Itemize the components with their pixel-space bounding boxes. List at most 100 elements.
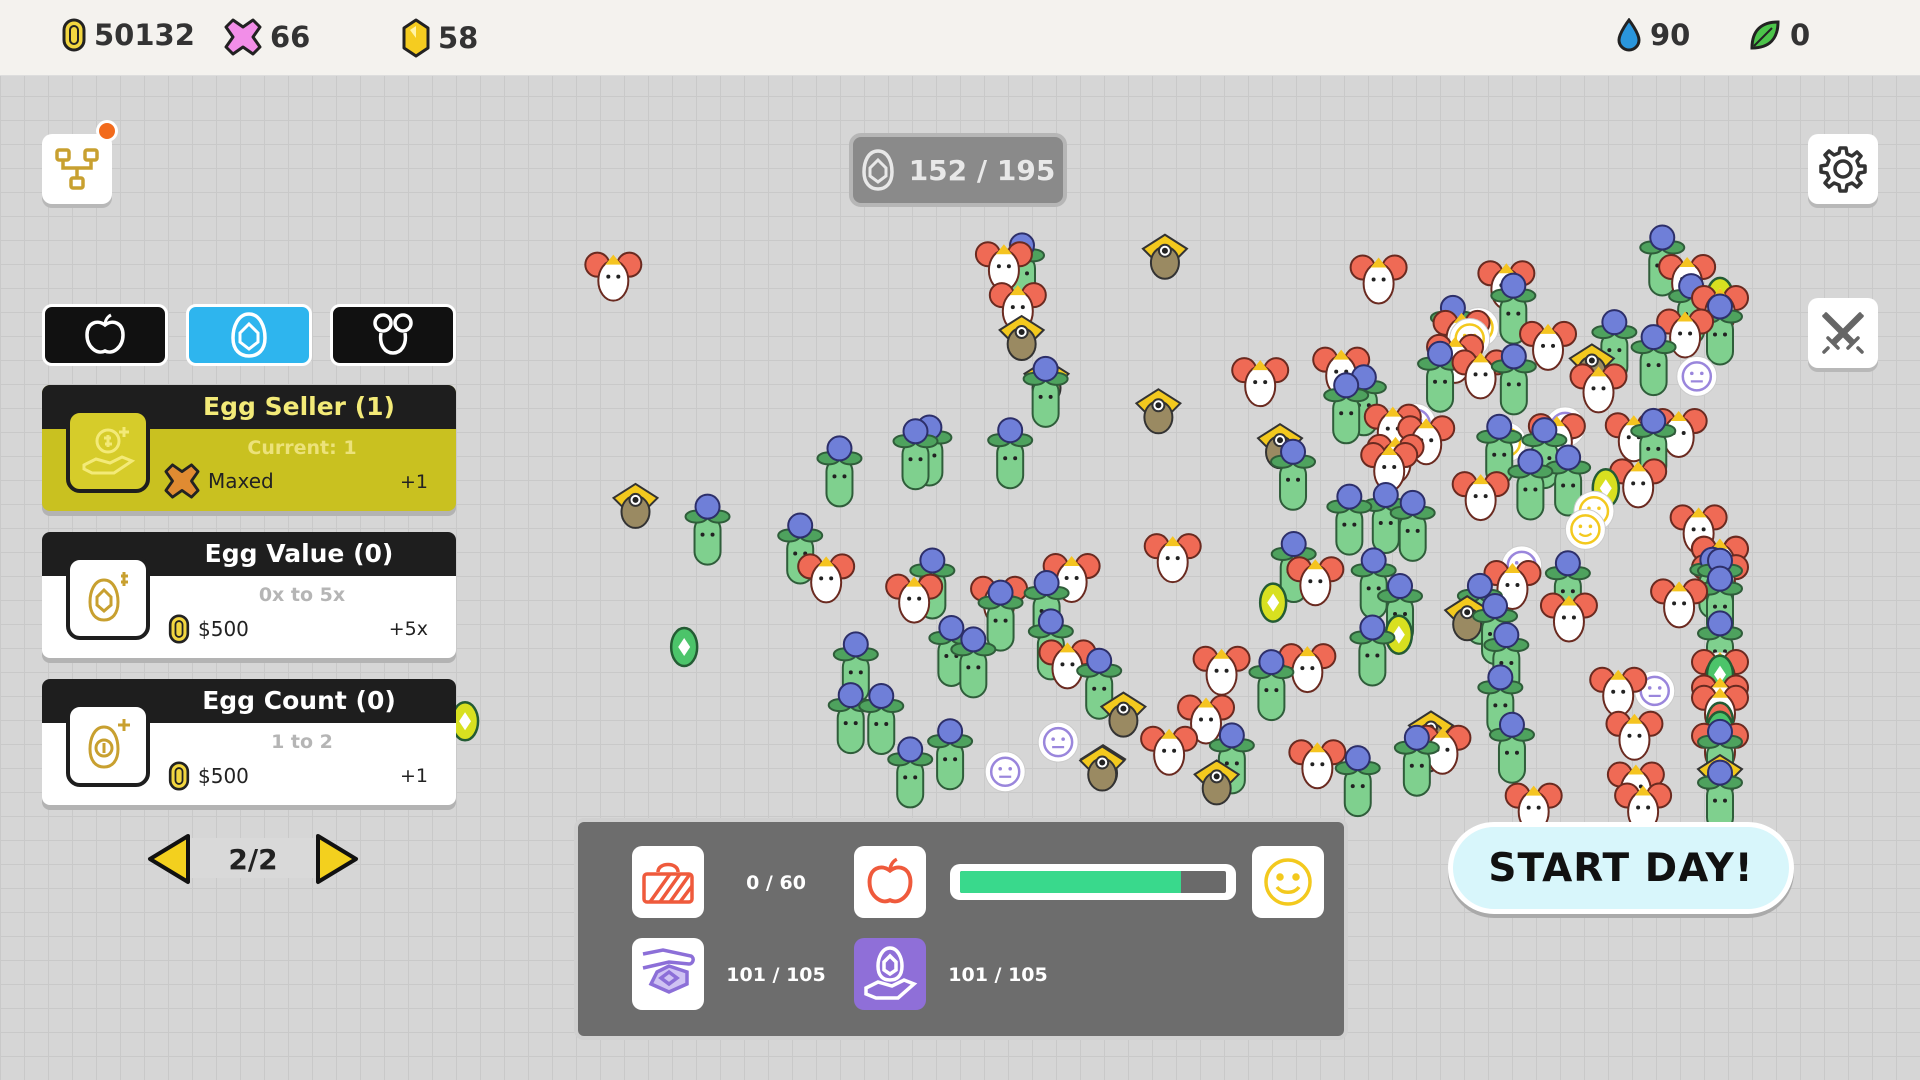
upgrade-cost: $500 bbox=[168, 614, 249, 644]
coin-icon bbox=[168, 614, 190, 644]
mouse-creature bbox=[1349, 254, 1408, 305]
upgrade-cost-text: $500 bbox=[198, 764, 249, 788]
apple-icon bbox=[85, 313, 125, 354]
leaf-count: 0 bbox=[1790, 18, 1811, 52]
hand-egg-icon bbox=[642, 948, 695, 994]
upgrade-icon-box bbox=[66, 409, 150, 493]
upgrade-icon-box bbox=[66, 556, 150, 640]
leaf-icon bbox=[1750, 20, 1780, 50]
food-progress-bar bbox=[950, 864, 1236, 900]
mouse-creature bbox=[797, 553, 856, 604]
upgrade-increment: +1 bbox=[399, 765, 428, 787]
mouse-creature bbox=[1451, 471, 1510, 522]
upgrade-increment: +5x bbox=[388, 618, 428, 640]
apple-icon bbox=[867, 857, 913, 904]
arrow-left-icon[interactable] bbox=[146, 832, 192, 886]
egg-gem-drop-icon bbox=[1258, 582, 1288, 623]
mouse-creature bbox=[1192, 645, 1251, 696]
mouse-creature bbox=[1650, 578, 1709, 629]
egg-counter: 152 / 195 bbox=[849, 133, 1067, 207]
neutral-bubble-icon bbox=[984, 751, 1026, 793]
tab-creatures[interactable] bbox=[330, 304, 456, 366]
progress-track bbox=[960, 871, 1226, 893]
progress-fill bbox=[960, 871, 1181, 893]
mouse-creature bbox=[1231, 357, 1290, 408]
basket-button[interactable] bbox=[632, 846, 704, 918]
owl-creature bbox=[1134, 388, 1182, 435]
upgrade-egg-count[interactable]: Egg Count (0) 1 to 2 $500 +1 bbox=[42, 679, 456, 805]
neutral-bubble-icon bbox=[1037, 721, 1079, 763]
egg-hand-count: 101 / 105 bbox=[948, 964, 1048, 986]
neutral-bubble-icon bbox=[1676, 355, 1718, 397]
upgrade-egg-seller[interactable]: Egg Seller (1) Current: 1 Maxed +1 bbox=[42, 385, 456, 511]
egg-on-hand-icon bbox=[864, 946, 918, 1000]
egg-coin-plus-icon bbox=[88, 719, 130, 769]
sprout-creature bbox=[1326, 483, 1373, 556]
egg-gem-icon bbox=[231, 312, 267, 358]
pager-label: 2/2 bbox=[228, 842, 278, 876]
sprout-creature bbox=[887, 736, 934, 809]
owl-creature bbox=[1078, 745, 1126, 792]
arrow-right-icon[interactable] bbox=[314, 832, 360, 886]
mouse-creature bbox=[1569, 363, 1628, 414]
tab-eggs[interactable] bbox=[186, 304, 312, 366]
sprout-creature bbox=[987, 417, 1034, 490]
owl-creature bbox=[1141, 233, 1189, 280]
upgrade-egg-value[interactable]: Egg Value (0) 0x to 5x $500 +5x bbox=[42, 532, 456, 658]
basket-count: 0 / 60 bbox=[746, 872, 806, 894]
settings-button[interactable] bbox=[1808, 134, 1878, 204]
notification-dot bbox=[96, 120, 118, 142]
gem-count: 58 bbox=[438, 21, 479, 55]
basket-icon bbox=[642, 862, 694, 904]
coin-count: 50132 bbox=[94, 18, 195, 52]
mouse-creature bbox=[1605, 710, 1664, 761]
pink-star-icon bbox=[224, 18, 262, 56]
upgrade-subtitle: 0x to 5x bbox=[258, 584, 346, 606]
egg-counter-text: 152 / 195 bbox=[908, 153, 1056, 187]
battle-button[interactable] bbox=[1808, 298, 1878, 368]
coin-resource: 50132 bbox=[62, 18, 195, 52]
food-button[interactable] bbox=[854, 846, 926, 918]
happy-bubble-icon bbox=[1564, 508, 1606, 550]
status-panel: 0 / 60 101 / 105 101 / 105 bbox=[574, 818, 1348, 1040]
mouse-creature bbox=[1539, 592, 1598, 643]
upgrade-cost: $500 bbox=[168, 761, 249, 791]
hand-coin-icon bbox=[82, 427, 136, 475]
star-resource: 66 bbox=[224, 18, 310, 56]
upgrade-subtitle: Current: 1 bbox=[247, 437, 357, 459]
coin-icon bbox=[62, 18, 86, 52]
mouse-creature bbox=[1143, 533, 1202, 584]
owl-creature bbox=[611, 482, 660, 529]
hand-button[interactable] bbox=[632, 938, 704, 1010]
mouse-creature bbox=[584, 251, 643, 302]
mood-button[interactable] bbox=[1252, 846, 1324, 918]
egg-gem-icon bbox=[861, 149, 894, 191]
water-resource: 90 bbox=[1616, 18, 1690, 52]
gear-icon bbox=[1819, 146, 1867, 193]
mouse-creature bbox=[1589, 666, 1648, 717]
egg-hand-button[interactable] bbox=[854, 938, 926, 1010]
upgrade-cost: Maxed bbox=[164, 463, 274, 499]
smiley-icon bbox=[1264, 858, 1312, 906]
gem-resource: 58 bbox=[402, 18, 478, 58]
crossed-swords-icon bbox=[1822, 312, 1864, 354]
sprout-creature bbox=[1630, 324, 1677, 397]
upgrade-pager: 2/2 bbox=[146, 832, 360, 886]
upgrade-increment: +1 bbox=[399, 471, 428, 493]
creature-head-icon bbox=[373, 313, 413, 355]
upgrade-subtitle: 1 to 2 bbox=[271, 731, 333, 753]
tab-food[interactable] bbox=[42, 304, 168, 366]
hand-count: 101 / 105 bbox=[726, 964, 826, 986]
upgrade-cost-text: Maxed bbox=[208, 469, 274, 493]
skill-tree-button[interactable] bbox=[42, 120, 118, 204]
sprout-creature bbox=[927, 718, 974, 791]
orange-star-icon bbox=[164, 463, 200, 499]
coin-icon bbox=[168, 761, 190, 791]
upgrade-icon-box bbox=[66, 703, 150, 787]
water-count: 90 bbox=[1650, 18, 1691, 52]
mouse-creature bbox=[1140, 725, 1199, 776]
start-day-button[interactable]: START DAY! bbox=[1448, 822, 1794, 914]
skill-tree-icon bbox=[55, 148, 99, 190]
water-drop-icon bbox=[1617, 18, 1641, 52]
star-count: 66 bbox=[270, 20, 311, 54]
